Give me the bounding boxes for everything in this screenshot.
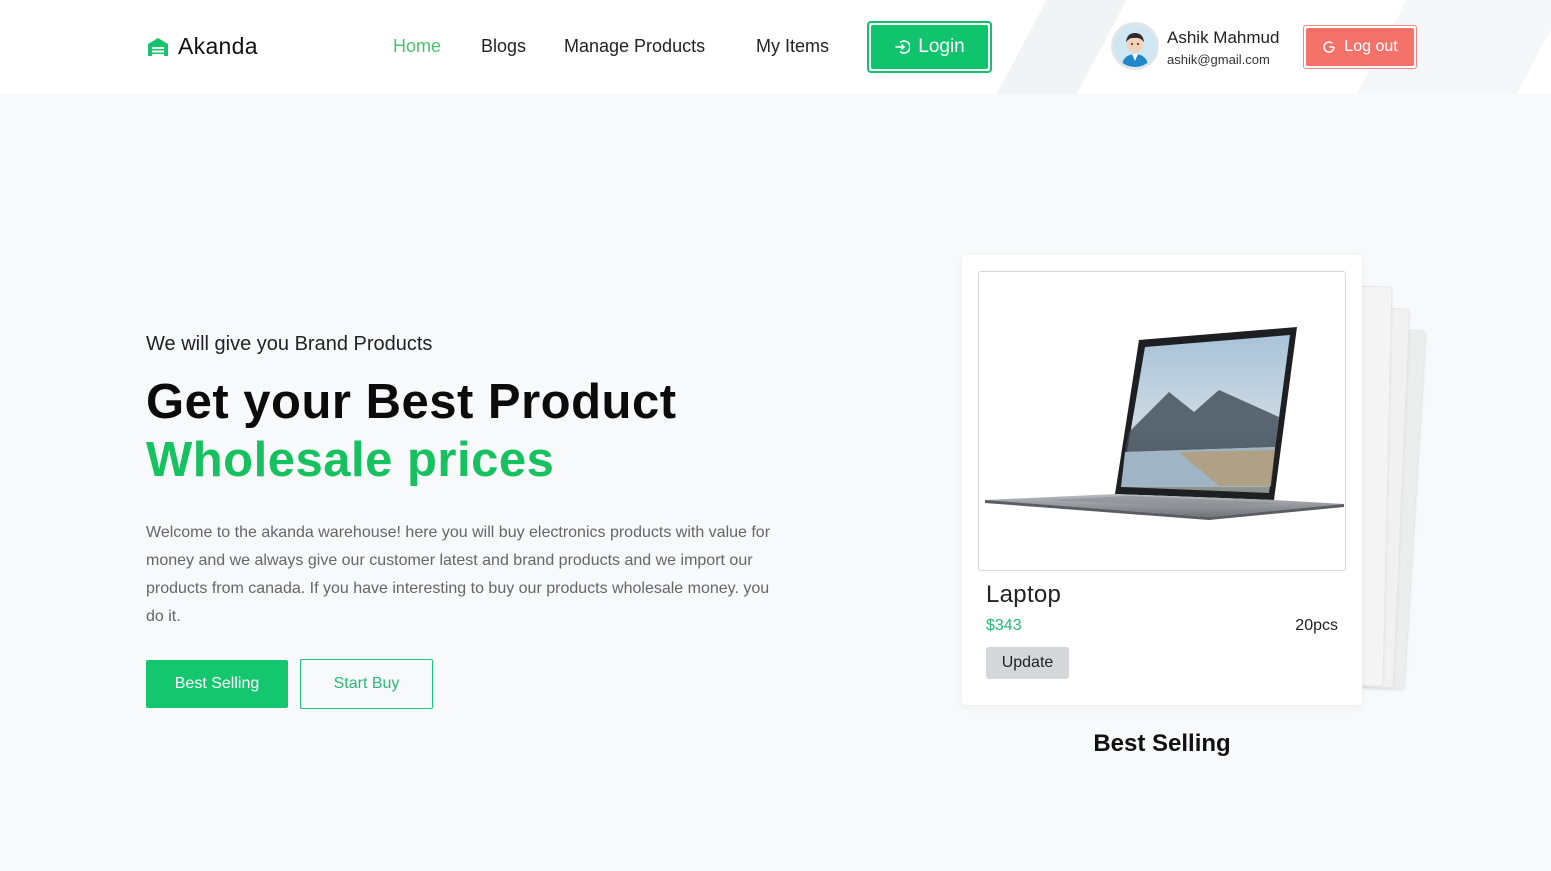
site-header: Akanda Home Blogs Manage Products My Ite… xyxy=(0,0,1551,94)
google-icon xyxy=(1323,41,1336,53)
brand-logo[interactable]: Akanda xyxy=(146,33,258,60)
nav-home[interactable]: Home xyxy=(393,36,441,57)
login-button[interactable]: Login xyxy=(867,21,992,73)
logout-button[interactable]: Log out xyxy=(1303,25,1417,69)
user-name: Ashik Mahmud xyxy=(1167,28,1280,47)
brand-name: Akanda xyxy=(178,33,258,59)
update-button[interactable]: Update xyxy=(986,647,1069,679)
login-label: Login xyxy=(918,36,965,57)
nav-my-items[interactable]: My Items xyxy=(756,36,829,57)
avatar xyxy=(1111,22,1159,70)
login-icon xyxy=(895,40,911,54)
hero-title-highlight: Wholesale prices xyxy=(146,433,555,487)
best-selling-button[interactable]: Best Selling xyxy=(146,660,288,708)
hero-description: Welcome to the akanda warehouse! here yo… xyxy=(146,524,771,625)
product-card: Laptop $343 20pcs Update xyxy=(962,255,1362,705)
laptop-illustration xyxy=(985,327,1344,520)
logout-label: Log out xyxy=(1344,38,1398,55)
start-buy-button[interactable]: Start Buy xyxy=(300,659,433,709)
product-name: Laptop xyxy=(986,581,1062,608)
hero-subtitle: We will give you Brand Products xyxy=(146,333,433,355)
product-quantity: 20pcs xyxy=(1295,617,1338,634)
user-profile[interactable]: Ashik Mahmud ashik@gmail.com xyxy=(1111,22,1279,70)
nav-blogs[interactable]: Blogs xyxy=(481,36,526,57)
user-email: ashik@gmail.com xyxy=(1167,52,1270,67)
best-selling-heading: Best Selling xyxy=(1093,730,1231,757)
hero-title: Get your Best Product xyxy=(146,375,677,429)
nav-manage-products[interactable]: Manage Products xyxy=(564,36,705,57)
product-price: $343 xyxy=(986,617,1022,634)
avatar-illustration-icon xyxy=(1114,25,1156,67)
product-image xyxy=(978,271,1346,571)
warehouse-icon xyxy=(148,37,168,56)
